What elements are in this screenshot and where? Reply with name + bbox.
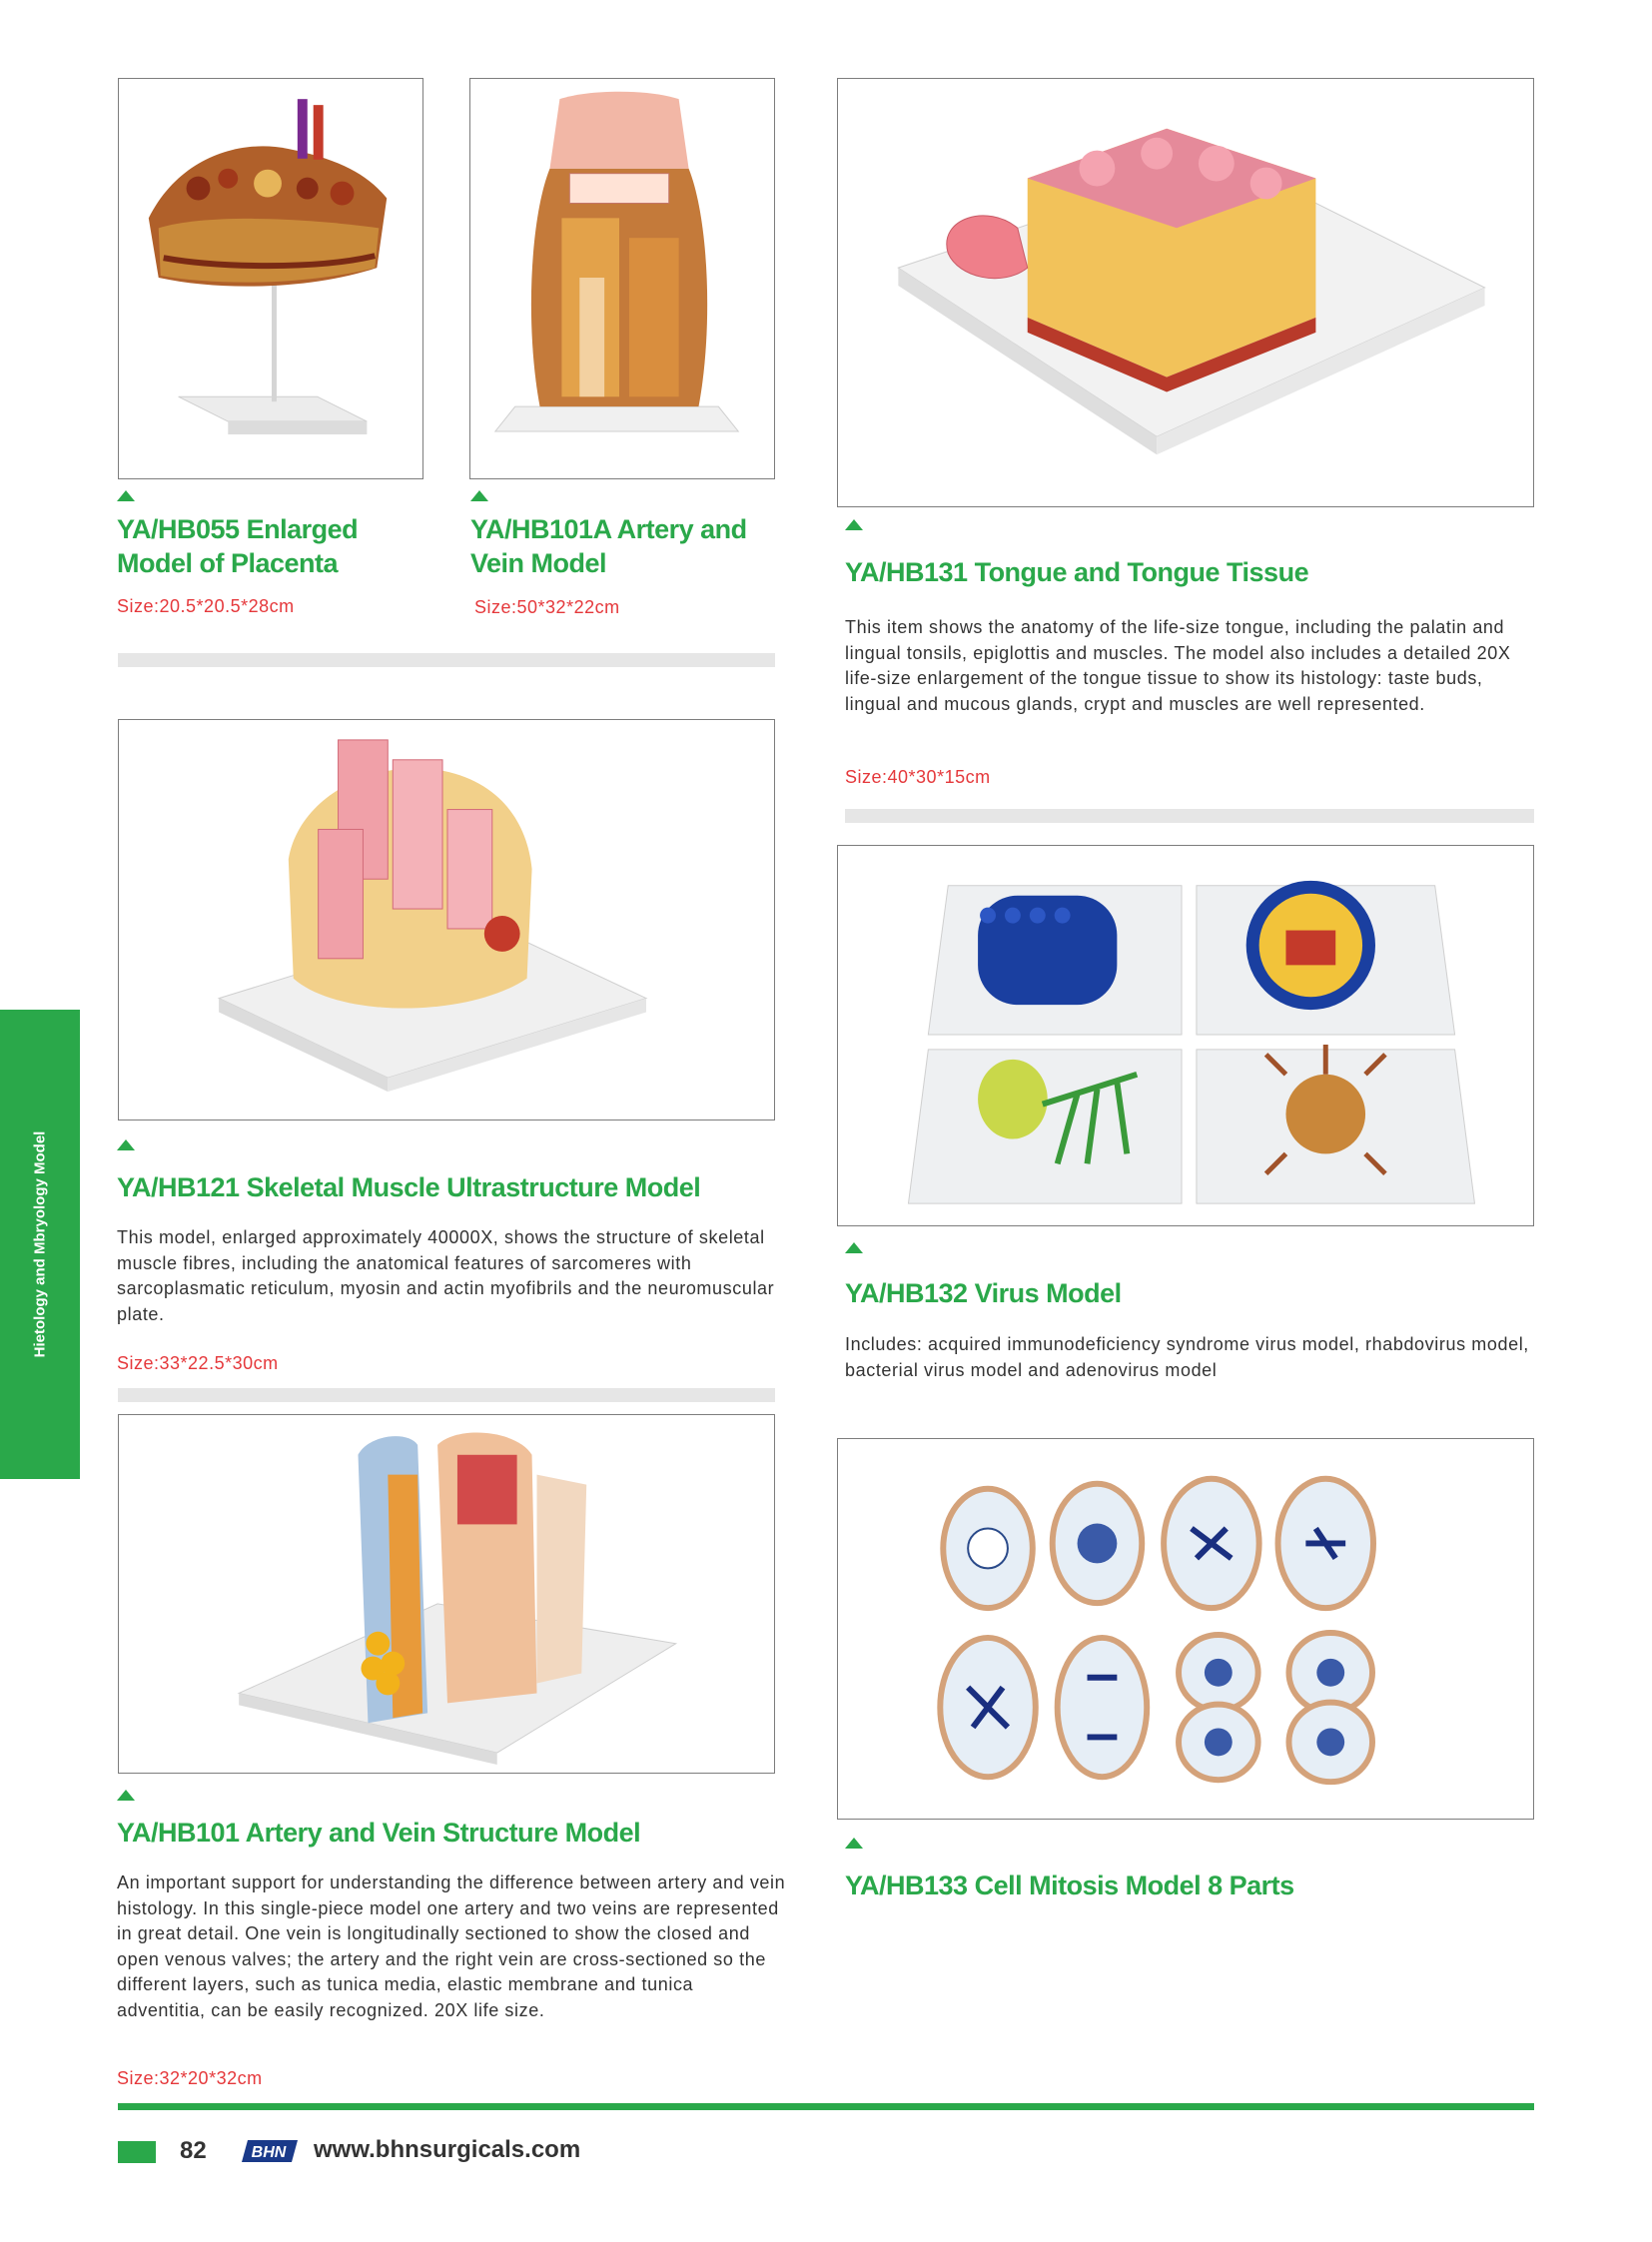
tongue-tissue-image bbox=[837, 78, 1534, 507]
footer-rule bbox=[118, 2103, 1534, 2110]
product-title: YA/HB132 Virus Model bbox=[845, 1278, 1122, 1308]
triangle-marker-icon bbox=[845, 519, 863, 530]
product-description: This item shows the anatomy of the life-… bbox=[845, 617, 1511, 714]
cell-mitosis-model-image bbox=[837, 1438, 1534, 1820]
section-divider bbox=[845, 809, 1534, 823]
triangle-marker-icon bbox=[845, 1242, 863, 1253]
product-title: YA/HB133 Cell Mitosis Model 8 Parts bbox=[845, 1870, 1294, 1900]
placenta-image bbox=[118, 78, 423, 479]
triangle-marker-icon bbox=[470, 490, 488, 501]
artery-vein-structure-image bbox=[118, 1414, 775, 1774]
product-title: YA/HB055 Enlarged Model of Placenta bbox=[117, 514, 359, 578]
product-title: YA/HB101 Artery and Vein Structure Model bbox=[117, 1818, 641, 1848]
product-size: Size:33*22.5*30cm bbox=[117, 1353, 279, 1373]
website-link[interactable]: www.bhnsurgicals.com bbox=[314, 2136, 580, 2164]
section-divider bbox=[118, 1388, 775, 1402]
triangle-marker-icon bbox=[117, 490, 135, 501]
product-size: Size:20.5*20.5*28cm bbox=[117, 596, 295, 616]
product-description: Includes: acquired immunodeficiency synd… bbox=[845, 1334, 1529, 1380]
product-title: YA/HB101A Artery and Vein Model bbox=[470, 514, 747, 578]
company-logo: BHN bbox=[242, 2138, 298, 2164]
product-size: Size:40*30*15cm bbox=[845, 767, 991, 787]
footer-color-block bbox=[118, 2141, 156, 2163]
logo-text: BHN bbox=[252, 2144, 287, 2161]
virus-model-image bbox=[837, 845, 1534, 1226]
section-divider bbox=[118, 653, 775, 667]
triangle-marker-icon bbox=[117, 1790, 135, 1801]
product-size: Size:32*20*32cm bbox=[117, 2068, 263, 2088]
product-description: An important support for understanding t… bbox=[117, 1872, 786, 2020]
side-section-label: Hietology and Mbryology Model bbox=[31, 1130, 49, 1358]
triangle-marker-icon bbox=[845, 1838, 863, 1849]
product-title: YA/HB121 Skeletal Muscle Ultrastructure … bbox=[117, 1172, 701, 1202]
product-description: This model, enlarged approximately 40000… bbox=[117, 1227, 775, 1324]
product-title: YA/HB131 Tongue and Tongue Tissue bbox=[845, 557, 1309, 587]
skeletal-muscle-model-image bbox=[118, 719, 775, 1121]
page-number: 82 bbox=[180, 2137, 207, 2164]
triangle-marker-icon bbox=[117, 1139, 135, 1150]
artery-vein-model-image bbox=[469, 78, 775, 479]
side-section-tab: Hietology and Mbryology Model bbox=[0, 1010, 80, 1479]
product-size: Size:50*32*22cm bbox=[474, 597, 620, 617]
